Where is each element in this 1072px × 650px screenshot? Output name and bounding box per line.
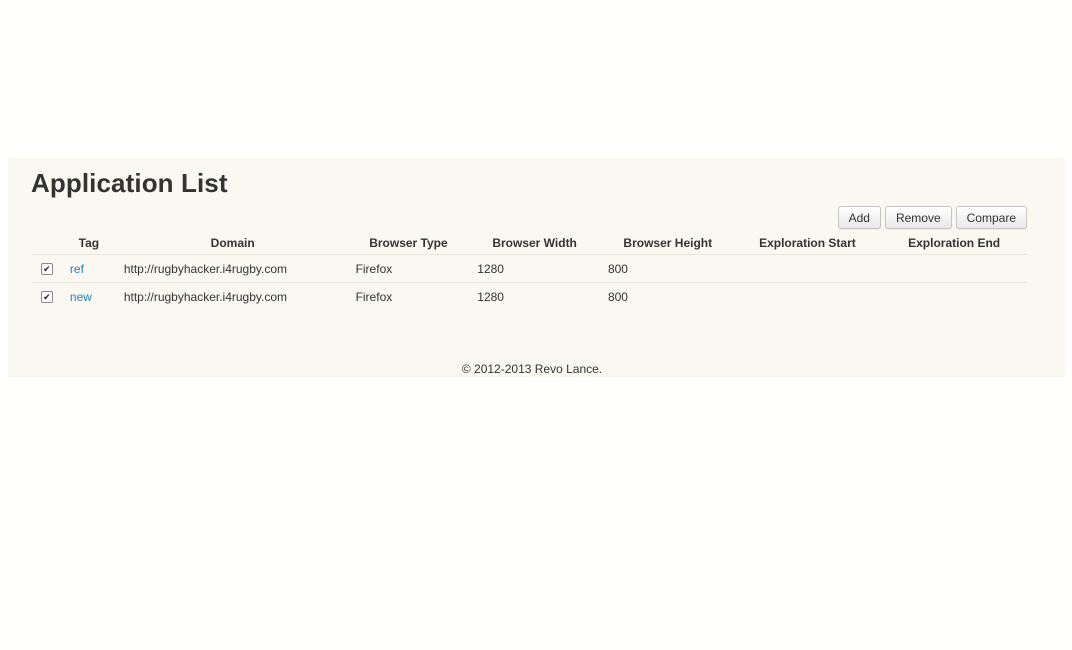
domain-cell: http://rugbyhacker.i4rugby.com <box>115 254 350 283</box>
table-header-row: Tag Domain Browser Type Browser Width Br… <box>32 232 1027 255</box>
header-browser-type: Browser Type <box>369 236 448 250</box>
row-checkbox[interactable]: ✔ <box>40 291 53 304</box>
browser-type-cell: Firefox <box>349 282 468 310</box>
browser-width-cell: 1280 <box>467 282 602 310</box>
page-title: Application List <box>31 168 228 198</box>
header-tag: Tag <box>78 236 100 250</box>
browser-height-cell: 800 <box>601 282 734 310</box>
row-select-cell: ✔ <box>32 282 62 310</box>
browser-height-cell: 800 <box>601 254 734 283</box>
add-button[interactable]: Add <box>837 206 881 229</box>
header-exploration-end: Exploration End <box>908 236 1001 250</box>
content-panel: Application List Add Remove Compare Tag … <box>8 158 1065 377</box>
header-domain: Domain <box>210 236 255 250</box>
table-row: ✔ new http://rugbyhacker.i4rugby.com Fir… <box>32 282 1027 310</box>
tag-cell: new <box>61 282 116 310</box>
header-browser-height: Browser Height <box>623 236 713 250</box>
exploration-start-cell <box>733 282 882 310</box>
application-table: Tag Domain Browser Type Browser Width Br… <box>32 232 1027 310</box>
browser-width-cell: 1280 <box>467 254 602 283</box>
exploration-end-cell <box>881 282 1027 310</box>
header-select <box>32 232 62 255</box>
row-select-cell: ✔ <box>32 254 62 283</box>
remove-button[interactable]: Remove <box>884 206 952 229</box>
tag-cell: ref <box>61 254 116 283</box>
domain-cell: http://rugbyhacker.i4rugby.com <box>115 282 350 310</box>
tag-link[interactable]: new <box>70 290 92 304</box>
compare-button[interactable]: Compare <box>955 206 1027 229</box>
header-exploration-start: Exploration Start <box>759 236 856 250</box>
toolbar: Add Remove Compare <box>837 206 1027 229</box>
header-browser-width: Browser Width <box>492 236 577 250</box>
row-checkbox[interactable]: ✔ <box>40 263 53 276</box>
exploration-end-cell <box>881 254 1027 283</box>
tag-link[interactable]: ref <box>70 262 84 276</box>
table-row: ✔ ref http://rugbyhacker.i4rugby.com Fir… <box>32 254 1027 283</box>
footer-copyright: © 2012-2013 Revo Lance. <box>461 362 603 376</box>
browser-type-cell: Firefox <box>349 254 468 283</box>
exploration-start-cell <box>733 254 882 283</box>
